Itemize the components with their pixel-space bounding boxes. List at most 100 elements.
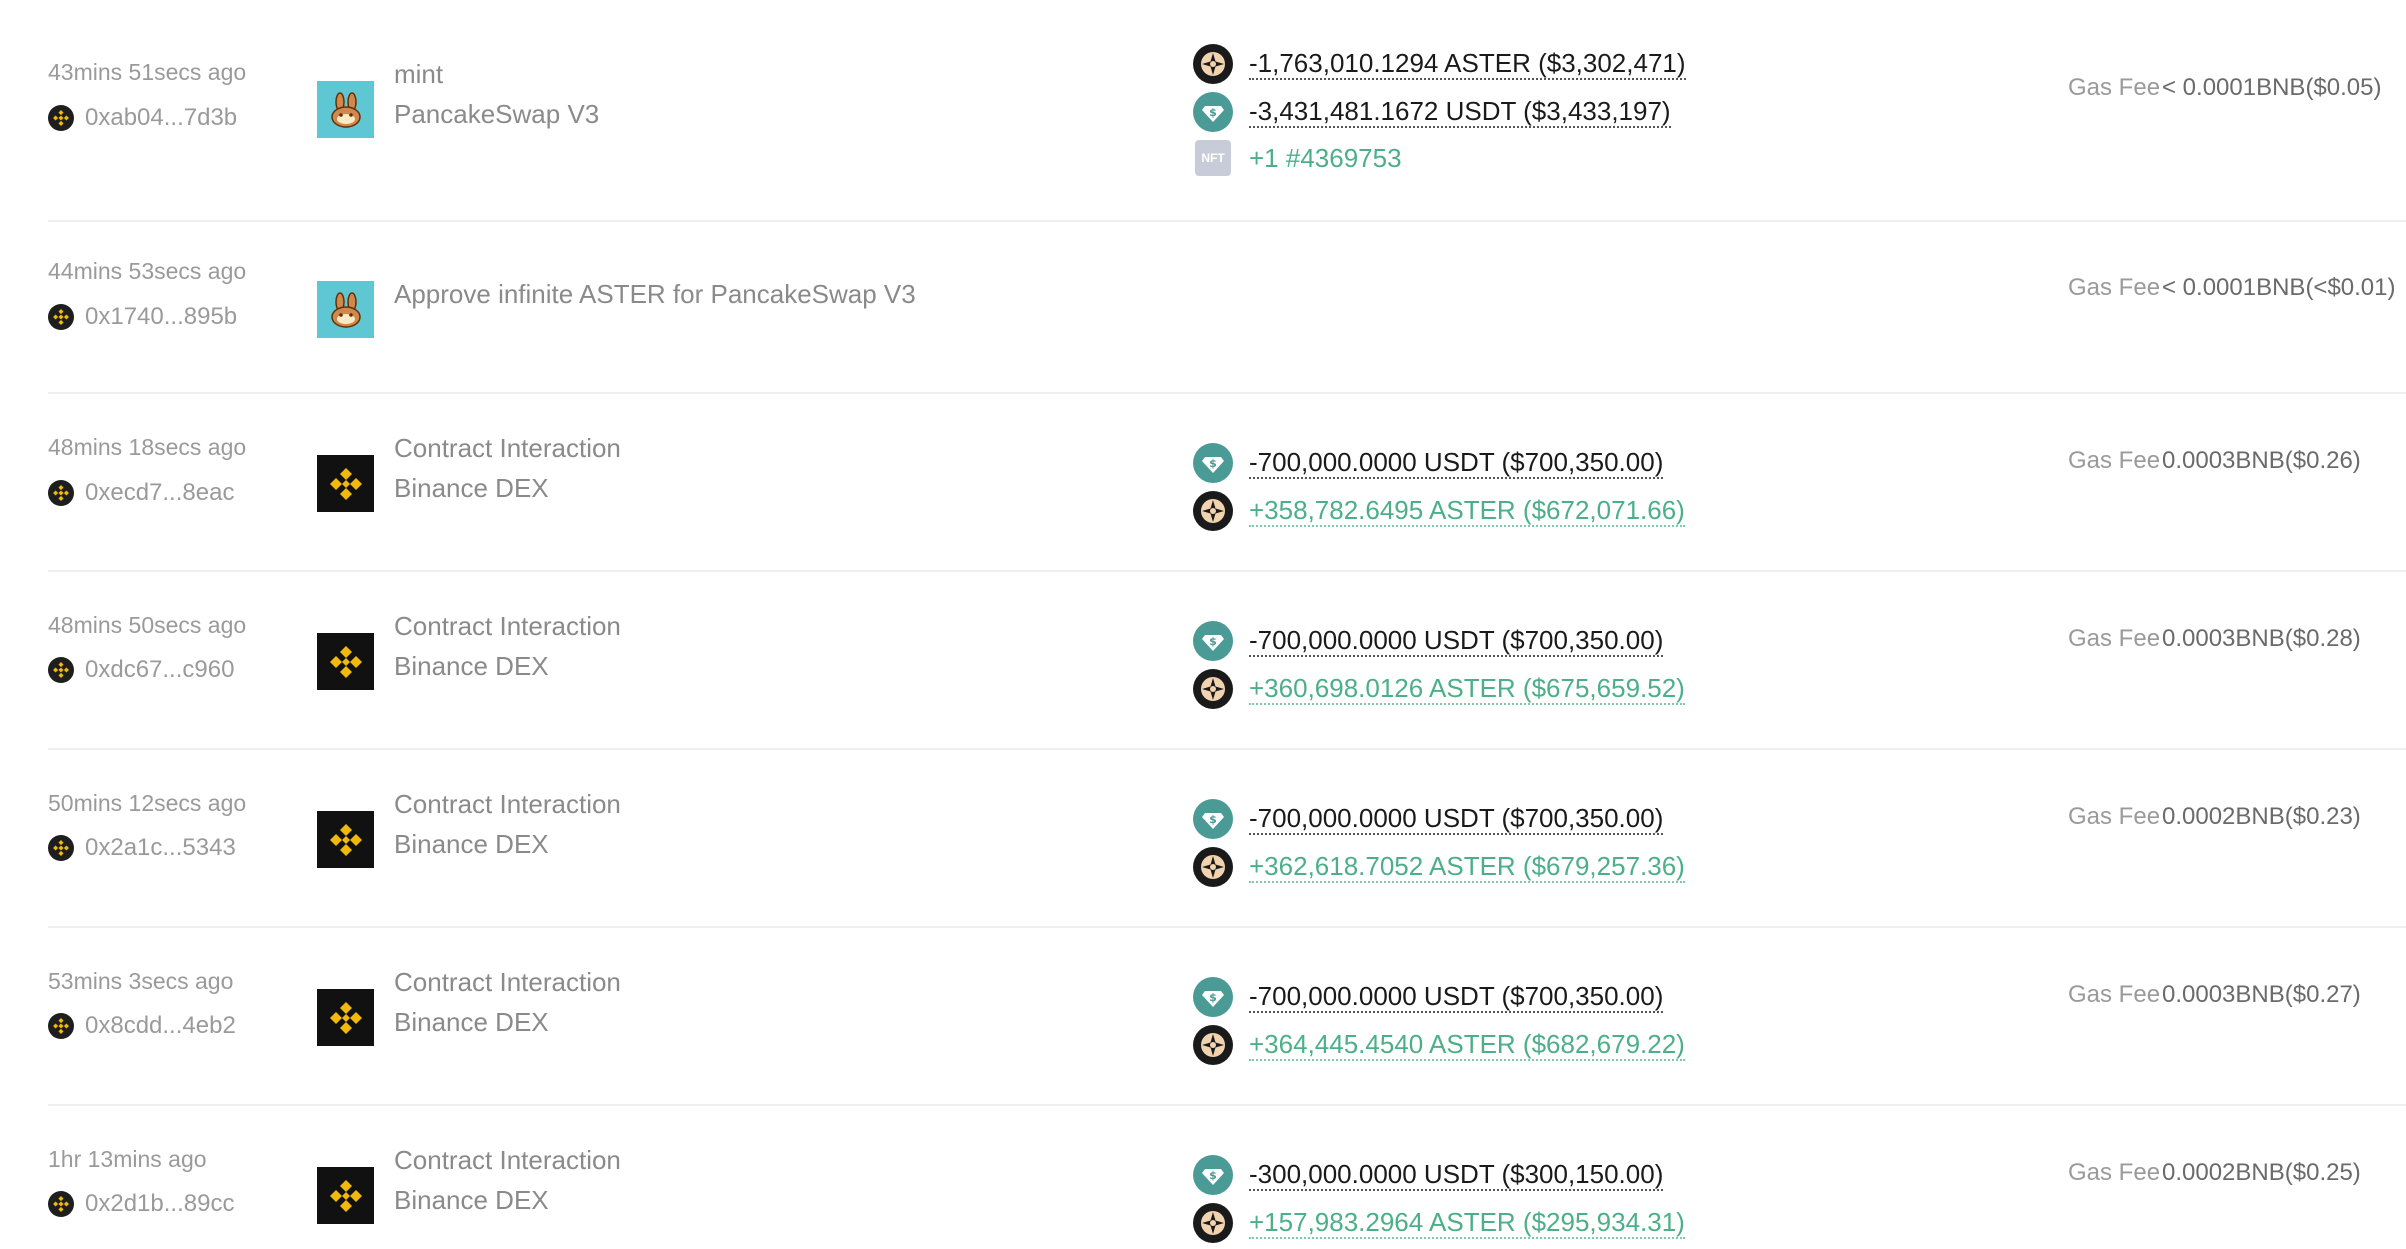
usdt-token-icon[interactable]: $ [1193, 92, 1233, 132]
tx-time: 44mins 53secs ago [48, 258, 247, 284]
balance-change: $ -700,000.0000 USDT ($700,350.00) [1193, 799, 1664, 839]
usdt-token-icon[interactable]: $ [1193, 799, 1233, 839]
transaction-row[interactable]: 44mins 53secs ago 0x1740...895b Approve in… [0, 222, 2406, 394]
bnb-chain-icon [48, 304, 74, 330]
balance-change: NFT +1 #4369753 [1193, 140, 1402, 176]
balance-change: +362,618.7052 ASTER ($679,257.36) [1193, 847, 1685, 887]
tx-action: Contract Interaction [394, 967, 621, 997]
balance-change: $ -300,000.0000 USDT ($300,150.00) [1193, 1155, 1664, 1195]
pancakeswap-bunny-icon [317, 81, 374, 138]
transaction-row[interactable]: 50mins 12secs ago 0x2a1c...5343 Contract I… [0, 750, 2406, 928]
aster-token-icon[interactable] [1193, 44, 1233, 84]
usdt-token-icon[interactable]: $ [1193, 1155, 1233, 1195]
tx-time: 1hr 13mins ago [48, 1146, 207, 1172]
balance-amount[interactable]: -300,000.0000 USDT ($300,150.00) [1249, 1159, 1664, 1191]
svg-text:$: $ [1209, 457, 1217, 470]
nft-icon: NFT [1195, 140, 1231, 176]
svg-text:$: $ [1209, 813, 1217, 826]
tx-hash[interactable]: 0x2d1b...89cc [48, 1190, 234, 1218]
balance-amount[interactable]: -700,000.0000 USDT ($700,350.00) [1249, 981, 1664, 1013]
balance-amount[interactable]: +360,698.0126 ASTER ($675,659.52) [1249, 673, 1685, 705]
tx-hash-text[interactable]: 0x2d1b...89cc [85, 1190, 234, 1218]
tx-hash-text[interactable]: 0xdc67...c960 [85, 656, 234, 684]
tx-hash[interactable]: 0x1740...895b [48, 303, 237, 331]
balance-change: +157,983.2964 ASTER ($295,934.31) [1193, 1203, 1685, 1243]
aster-token-icon[interactable] [1193, 1025, 1233, 1065]
balance-amount[interactable]: -3,431,481.1672 USDT ($3,433,197) [1249, 96, 1671, 128]
gas-fee-label: Gas Fee [2068, 447, 2161, 474]
balance-amount[interactable]: -700,000.0000 USDT ($700,350.00) [1249, 625, 1664, 657]
bnb-chain-icon [48, 1191, 74, 1217]
binance-icon [317, 1167, 374, 1224]
tx-hash[interactable]: 0x8cdd...4eb2 [48, 1012, 236, 1040]
binance-icon [317, 811, 374, 868]
gas-fee-label: Gas Fee [2068, 74, 2161, 101]
balance-amount[interactable]: +1 #4369753 [1249, 143, 1402, 173]
transaction-row[interactable]: 1hr 13mins ago 0x2d1b...89cc Contract Inte… [0, 1106, 2406, 1249]
binance-icon [317, 989, 374, 1046]
tx-app-name[interactable]: Binance DEX [394, 473, 549, 504]
transaction-row[interactable]: 48mins 18secs ago 0xecd7...8eac Contract I… [0, 394, 2406, 572]
gas-fee-label: Gas Fee [2068, 1159, 2161, 1186]
balance-change: +360,698.0126 ASTER ($675,659.52) [1193, 669, 1685, 709]
tx-hash-text[interactable]: 0x1740...895b [85, 303, 237, 331]
tx-action: Approve infinite ASTER for PancakeSwap V… [394, 279, 916, 309]
tx-time: 48mins 50secs ago [48, 612, 247, 638]
balance-change: +358,782.6495 ASTER ($672,071.66) [1193, 491, 1685, 531]
bnb-chain-icon [48, 1013, 74, 1039]
tx-hash[interactable]: 0xab04...7d3b [48, 104, 237, 132]
balance-amount[interactable]: -700,000.0000 USDT ($700,350.00) [1249, 447, 1664, 479]
bnb-chain-icon [48, 480, 74, 506]
gas-fee-value: < 0.0001BNB(<$0.01) [2162, 274, 2396, 301]
balance-amount[interactable]: +358,782.6495 ASTER ($672,071.66) [1249, 495, 1685, 527]
balance-change: +364,445.4540 ASTER ($682,679.22) [1193, 1025, 1685, 1065]
transaction-row[interactable]: 43mins 51secs ago 0xab04...7d3b mint Pancak… [0, 0, 2406, 222]
usdt-token-icon[interactable]: $ [1193, 621, 1233, 661]
svg-text:$: $ [1209, 635, 1217, 648]
transaction-row[interactable]: 48mins 50secs ago 0xdc67...c960 Contract I… [0, 572, 2406, 750]
tx-app-name[interactable]: Binance DEX [394, 829, 549, 860]
bnb-chain-icon [48, 835, 74, 861]
usdt-token-icon[interactable]: $ [1193, 977, 1233, 1017]
gas-fee-label: Gas Fee [2068, 625, 2161, 652]
svg-text:$: $ [1209, 106, 1217, 119]
balance-change: $ -700,000.0000 USDT ($700,350.00) [1193, 621, 1664, 661]
transaction-row[interactable]: 53mins 3secs ago 0x8cdd...4eb2 Contract In… [0, 928, 2406, 1106]
tx-app-name[interactable]: Binance DEX [394, 1007, 549, 1038]
gas-fee-value: 0.0003BNB($0.26) [2162, 447, 2361, 474]
tx-hash[interactable]: 0x2a1c...5343 [48, 834, 236, 862]
aster-token-icon[interactable] [1193, 491, 1233, 531]
tx-hash[interactable]: 0xecd7...8eac [48, 479, 234, 507]
svg-text:$: $ [1209, 1169, 1217, 1182]
tx-time: 50mins 12secs ago [48, 790, 247, 816]
tx-hash-text[interactable]: 0x2a1c...5343 [85, 834, 236, 862]
pancakeswap-bunny-icon [317, 281, 374, 338]
gas-fee-value: < 0.0001BNB($0.05) [2162, 74, 2382, 101]
gas-fee-value: 0.0003BNB($0.27) [2162, 981, 2361, 1008]
balance-amount[interactable]: +362,618.7052 ASTER ($679,257.36) [1249, 851, 1685, 883]
aster-token-icon[interactable] [1193, 1203, 1233, 1243]
tx-hash-text[interactable]: 0xecd7...8eac [85, 479, 234, 507]
tx-app-name[interactable]: Binance DEX [394, 651, 549, 682]
aster-token-icon[interactable] [1193, 847, 1233, 887]
usdt-token-icon[interactable]: $ [1193, 443, 1233, 483]
tx-hash[interactable]: 0xdc67...c960 [48, 656, 234, 684]
gas-fee-value: 0.0003BNB($0.28) [2162, 625, 2361, 652]
gas-fee-value: 0.0002BNB($0.25) [2162, 1159, 2361, 1186]
tx-hash-text[interactable]: 0x8cdd...4eb2 [85, 1012, 236, 1040]
tx-time: 43mins 51secs ago [48, 59, 247, 85]
balance-change: -1,763,010.1294 ASTER ($3,302,471) [1193, 44, 1686, 84]
balance-amount[interactable]: +364,445.4540 ASTER ($682,679.22) [1249, 1029, 1685, 1061]
aster-token-icon[interactable] [1193, 669, 1233, 709]
tx-app-name[interactable]: PancakeSwap V3 [394, 99, 599, 130]
balance-amount[interactable]: +157,983.2964 ASTER ($295,934.31) [1249, 1207, 1685, 1239]
gas-fee-label: Gas Fee [2068, 803, 2161, 830]
tx-time: 53mins 3secs ago [48, 968, 234, 994]
tx-app-name[interactable]: Binance DEX [394, 1185, 549, 1216]
balance-amount[interactable]: -1,763,010.1294 ASTER ($3,302,471) [1249, 48, 1686, 80]
tx-hash-text[interactable]: 0xab04...7d3b [85, 104, 237, 132]
tx-time: 48mins 18secs ago [48, 434, 247, 460]
balance-amount[interactable]: -700,000.0000 USDT ($700,350.00) [1249, 803, 1664, 835]
balance-change: $ -3,431,481.1672 USDT ($3,433,197) [1193, 92, 1671, 132]
binance-icon [317, 633, 374, 690]
